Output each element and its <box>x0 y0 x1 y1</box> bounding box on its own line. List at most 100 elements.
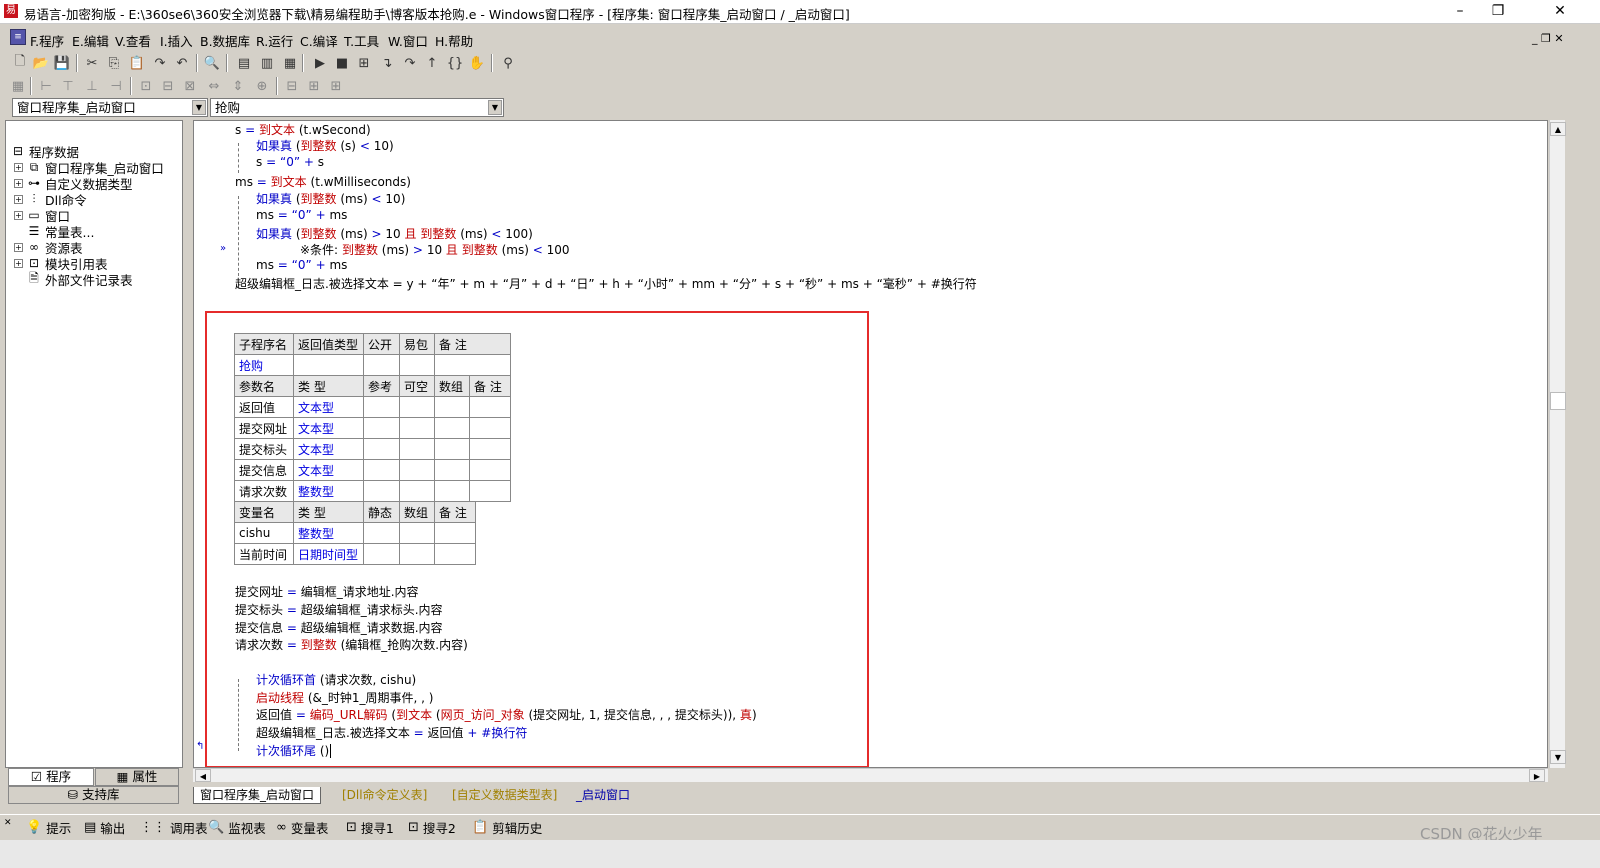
scroll-down-icon[interactable]: ▼ <box>1550 750 1566 764</box>
new-file-icon[interactable]: 🗋 <box>10 53 30 73</box>
menu-insert[interactable]: I.插入 <box>160 31 193 50</box>
menu-program[interactable]: F.程序 <box>30 31 64 50</box>
save-icon[interactable]: 💾 <box>52 53 72 73</box>
grid-icon[interactable]: ▦ <box>8 76 28 96</box>
search1-icon: ⊡ <box>346 820 357 835</box>
tab-clip-history[interactable]: 📋 剪辑历史 <box>472 818 542 837</box>
table-row: cishu 整数型 <box>234 522 476 544</box>
center-icon[interactable]: ⊕ <box>252 76 272 96</box>
minimize-icon[interactable]: – <box>1440 2 1480 22</box>
table-row: 提交信息 文本型 <box>234 459 511 481</box>
same-height-icon[interactable]: ⊟ <box>158 76 178 96</box>
scroll-up-icon[interactable]: ▲ <box>1550 122 1566 136</box>
code-line: 如果真 (到整数 (ms) < 10) <box>256 192 406 206</box>
space-h-icon[interactable]: ⇔ <box>204 76 224 96</box>
current-line-arrow-icon: » <box>220 243 227 254</box>
file-icon: 🗎 <box>29 270 39 285</box>
braces-icon[interactable]: {} <box>445 53 465 73</box>
expand-icon[interactable]: + <box>14 194 23 204</box>
step-over-icon[interactable]: ↷ <box>400 53 420 73</box>
tab-call-stack[interactable]: ⋮⋮ 调用表 <box>140 818 208 837</box>
binoculars-icon[interactable]: ⚲ <box>498 53 518 73</box>
menu-help[interactable]: H.帮助 <box>435 31 473 50</box>
expand-icon[interactable]: + <box>14 162 23 172</box>
tree-item-external[interactable]: 🗎 外部文件记录表 <box>26 270 132 288</box>
expand-icon[interactable]: + <box>14 178 23 188</box>
tab-watch[interactable]: 🔍 监视表 <box>208 818 266 837</box>
tab-variables[interactable]: ∞ 变量表 <box>276 818 328 837</box>
menu-view[interactable]: V.查看 <box>115 31 151 50</box>
scroll-left-icon[interactable]: ◀ <box>195 769 211 782</box>
table-row: 提交标头 文本型 <box>234 438 511 460</box>
close-panel-icon[interactable]: ✕ <box>4 818 12 828</box>
align-right-icon[interactable]: ⊣ <box>106 76 126 96</box>
scroll-right-icon[interactable]: ▶ <box>1529 769 1545 782</box>
cut-icon[interactable]: ✂ <box>82 53 102 73</box>
tab-dll-table[interactable]: [Dll命令定义表] <box>336 787 433 804</box>
find-icon[interactable]: 🔍 <box>202 53 222 73</box>
tab-hint[interactable]: 💡 提示 <box>26 818 71 837</box>
same-size-icon[interactable]: ⊠ <box>180 76 200 96</box>
tab-datatype-table[interactable]: [自定义数据类型表] <box>446 787 563 804</box>
watch-icon: 🔍 <box>208 820 225 835</box>
subroutine-select-value: 抢购 <box>215 100 241 115</box>
tab-support-library[interactable]: ⛁ 支持库 <box>8 786 179 804</box>
restore-icon[interactable]: ❐ <box>1478 2 1518 22</box>
layout2-icon[interactable]: ▥ <box>257 53 277 73</box>
mdi-controls[interactable]: _ ❐ ✕ <box>1532 32 1564 45</box>
tab-start-window[interactable]: _启动窗口 <box>570 787 636 804</box>
align-top-icon[interactable]: ⊤ <box>58 76 78 96</box>
code-editor[interactable]: s = 到文本 (t.wSecond) 如果真 (到整数 (s) < 10) s… <box>193 120 1548 768</box>
tab-search2[interactable]: ⊡ 搜寻2 <box>408 818 456 837</box>
horizontal-scrollbar[interactable]: ◀ ▶ <box>193 768 1548 782</box>
expand-icon[interactable]: + <box>14 210 23 220</box>
tab-search1[interactable]: ⊡ 搜寻1 <box>346 818 394 837</box>
tab-output[interactable]: ▤ 输出 <box>84 818 125 837</box>
output-toolbar: ✕ 💡 提示 ▤ 输出 ⋮⋮ 调用表 🔍 监视表 ∞ 变量表 ⊡ 搜寻1 ⊡ 搜寻2 📋 剪辑历… <box>0 814 1600 838</box>
vertical-scrollbar[interactable]: ▲ ▼ <box>1549 120 1566 768</box>
menu-database[interactable]: B.数据库 <box>200 31 250 50</box>
tab-assembly[interactable]: 窗口程序集_启动窗口 <box>193 787 322 804</box>
center-v-icon[interactable]: ⊞ <box>304 76 324 96</box>
space-v-icon[interactable]: ⇕ <box>228 76 248 96</box>
document-icon[interactable]: ≡ <box>10 29 26 45</box>
same-width-icon[interactable]: ⊡ <box>136 76 156 96</box>
stop-icon[interactable]: ■ <box>332 53 352 73</box>
table-row: 当前时间 日期时间型 <box>234 543 476 565</box>
database-icon: ⊟ <box>12 144 24 158</box>
subroutine-name[interactable]: 抢购 <box>234 354 294 376</box>
debug1-icon[interactable]: ⊞ <box>354 53 374 73</box>
open-folder-icon[interactable]: 📂 <box>31 53 51 73</box>
redo-icon[interactable]: ↷ <box>150 53 170 73</box>
menu-compile[interactable]: C.编译 <box>300 31 338 50</box>
chevron-down-icon[interactable]: ▼ <box>488 100 502 115</box>
menu-tools[interactable]: T.工具 <box>344 31 379 50</box>
chevron-down-icon[interactable]: ▼ <box>192 100 206 115</box>
tab-property[interactable]: ▦ 属性 <box>95 768 179 786</box>
layout3-icon[interactable]: ▦ <box>280 53 300 73</box>
scroll-thumb[interactable] <box>1550 392 1566 410</box>
step-out-icon[interactable]: ↑ <box>422 53 442 73</box>
menu-edit[interactable]: E.编辑 <box>72 31 109 50</box>
center-h-icon[interactable]: ⊟ <box>282 76 302 96</box>
subroutine-select[interactable]: 抢购 ▼ <box>210 98 504 117</box>
menu-window[interactable]: W.窗口 <box>388 31 428 50</box>
expand-icon[interactable]: + <box>14 242 23 252</box>
run-icon[interactable]: ▶ <box>310 53 330 73</box>
paste-icon[interactable]: 📋 <box>127 53 147 73</box>
expand-icon[interactable]: + <box>14 258 23 268</box>
hand-icon[interactable]: ✋ <box>467 53 487 73</box>
assembly-select[interactable]: 窗口程序集_启动窗口 ▼ <box>12 98 208 117</box>
undo-icon[interactable]: ↶ <box>172 53 192 73</box>
tab-program[interactable]: ☑ 程序 <box>8 768 94 786</box>
align-center-icon[interactable]: ⊥ <box>82 76 102 96</box>
layout1-icon[interactable]: ▤ <box>234 53 254 73</box>
step-into-icon[interactable]: ↴ <box>377 53 397 73</box>
copy-icon[interactable]: ⎘ <box>104 53 124 73</box>
constants-icon: ☰ <box>28 224 40 238</box>
tab-order-icon[interactable]: ⊞ <box>326 76 346 96</box>
search2-icon: ⊡ <box>408 820 419 835</box>
close-icon[interactable]: ✕ <box>1540 2 1580 22</box>
menu-run[interactable]: R.运行 <box>256 31 293 50</box>
align-left-icon[interactable]: ⊢ <box>36 76 56 96</box>
